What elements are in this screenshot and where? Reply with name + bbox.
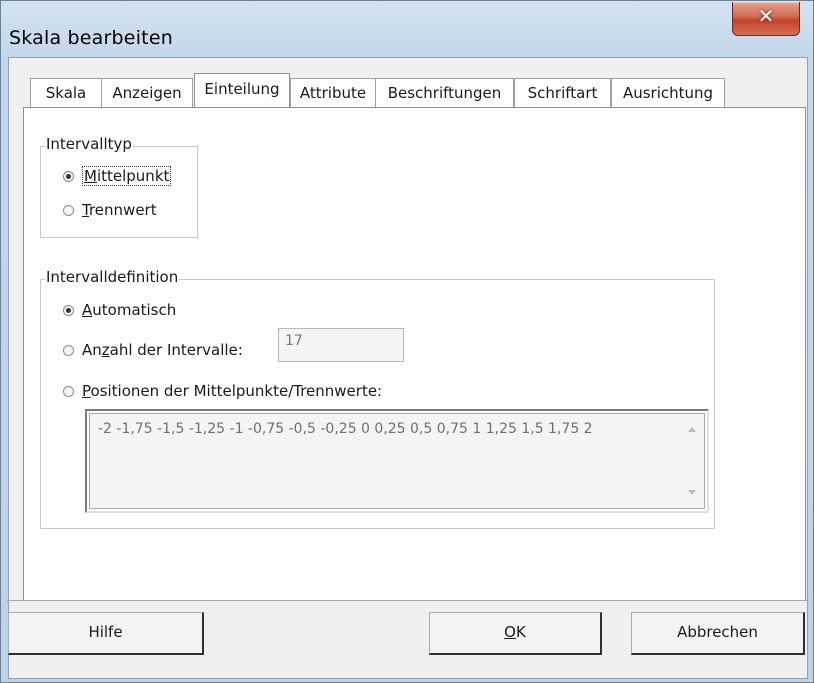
radio-mittelpunkt[interactable]: Mittelpunkt (63, 166, 172, 186)
close-button[interactable]: ✕ (732, 2, 800, 36)
ok-button[interactable]: OK (429, 612, 602, 655)
positionen-values: -2 -1,75 -1,5 -1,25 -1 -0,75 -0,5 -0,25 … (98, 421, 593, 437)
trennwert-label: Trennwert (82, 201, 157, 219)
radio-button[interactable] (63, 204, 74, 216)
cancel-button[interactable]: Abbrechen (631, 612, 805, 655)
intervalldefinition-title: Intervalldefinition (45, 268, 180, 286)
tab-beschriftungen[interactable]: Beschriftungen (375, 78, 514, 107)
anzahl-label: Anzahl der Intervalle: (82, 341, 243, 359)
radio-button-checked[interactable] (63, 170, 74, 182)
tab-ausrichtung[interactable]: Ausrichtung (611, 78, 725, 107)
divider (7, 600, 807, 601)
radio-trennwert[interactable]: Trennwert (63, 201, 157, 219)
radio-button[interactable] (63, 385, 74, 397)
tab-schriftart[interactable]: Schriftart (514, 78, 611, 107)
tab-skala[interactable]: Skala (30, 78, 102, 107)
radio-anzahl[interactable]: Anzahl der Intervalle: (63, 341, 243, 359)
radio-automatisch[interactable]: Automatisch (63, 301, 176, 319)
close-icon: ✕ (757, 4, 775, 28)
scroll-up-icon[interactable] (688, 427, 696, 432)
radio-button-checked[interactable] (63, 304, 74, 316)
positionen-textarea[interactable]: -2 -1,75 -1,5 -1,25 -1 -0,75 -0,5 -0,25 … (85, 409, 709, 513)
tab-attribute[interactable]: Attribute (290, 78, 376, 107)
intervalltyp-group (40, 146, 198, 238)
tab-einteilung[interactable]: Einteilung (194, 73, 290, 107)
anzahl-input[interactable]: 17 (278, 328, 404, 362)
positionen-label: Positionen der Mittelpunkte/Trennwerte: (82, 382, 383, 400)
radio-button[interactable] (63, 344, 74, 356)
help-button[interactable]: Hilfe (8, 612, 204, 655)
tab-anzeigen[interactable]: Anzeigen (101, 78, 193, 107)
dialog-title: Skala bearbeiten (9, 27, 173, 49)
scroll-down-icon[interactable] (688, 490, 696, 495)
radio-positionen[interactable]: Positionen der Mittelpunkte/Trennwerte: (63, 382, 382, 400)
title-bar[interactable]: Skala bearbeiten ✕ (1, 1, 813, 57)
automatisch-label: Automatisch (82, 301, 177, 319)
mittelpunkt-label: Mittelpunkt (82, 166, 172, 186)
intervalltyp-title: Intervalltyp (45, 135, 133, 153)
